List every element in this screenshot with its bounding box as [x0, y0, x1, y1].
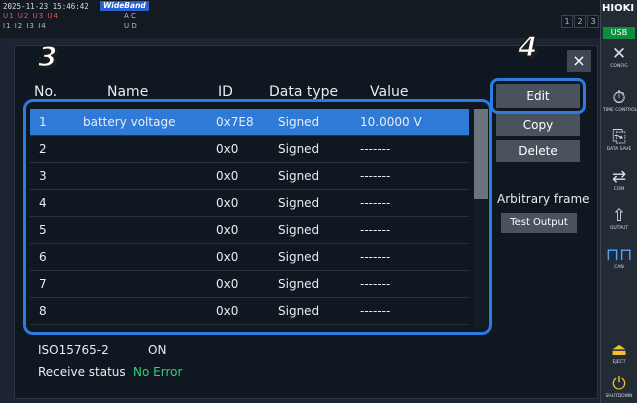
receive-status-label: Receive status	[38, 365, 126, 379]
arbitrary-frame-label: Arbitrary frame	[497, 192, 590, 206]
table-row[interactable]: 5 0x0 Signed -------	[30, 217, 469, 244]
row-data-type: Signed	[278, 142, 320, 156]
brand-logo: HIOKI	[602, 3, 635, 14]
copy-button[interactable]: Copy	[496, 114, 580, 136]
row-id: 0x0	[216, 277, 239, 291]
time-control-label: TIME CONTROL	[603, 108, 637, 113]
row-number: 5	[39, 223, 47, 237]
column-header-no: No.	[34, 84, 58, 100]
row-data-type: Signed	[278, 196, 320, 210]
output-menu[interactable]: ⇧ OUTPUT	[603, 206, 635, 232]
power-icon: ⏻	[612, 374, 626, 394]
edit-button[interactable]: Edit	[496, 84, 580, 108]
table-row[interactable]: 6 0x0 Signed -------	[30, 244, 469, 271]
eject-button[interactable]: ⏏ EJECT	[603, 340, 635, 366]
table-row[interactable]: 3 0x0 Signed -------	[30, 163, 469, 190]
row-number: 8	[39, 304, 47, 318]
close-button[interactable]: ×	[567, 50, 591, 72]
com-icon: ⇄	[611, 167, 627, 187]
stopwatch-icon: ⏱	[612, 88, 626, 108]
com-label: COM	[613, 187, 625, 192]
receive-status-value: No Error	[133, 365, 183, 379]
shutdown-label: SHUTDOWN	[605, 394, 633, 399]
row-data-type: Signed	[278, 223, 320, 237]
table-row[interactable]: 8 0x0 Signed -------	[30, 298, 469, 325]
row-id: 0x0	[216, 223, 239, 237]
eject-label: EJECT	[612, 360, 626, 365]
channel-number: 3	[587, 15, 599, 28]
table-row[interactable]: 1 battery voltage 0x7E8 Signed 10.0000 V	[30, 109, 469, 136]
row-id: 0x0	[216, 169, 239, 183]
column-header-name: Name	[107, 84, 149, 100]
row-value: -------	[360, 196, 391, 210]
row-name: battery voltage	[83, 115, 176, 129]
row-data-type: Signed	[278, 304, 320, 318]
can-label: CAN	[614, 265, 624, 270]
row-data-type: Signed	[278, 115, 320, 129]
step-marker-4: 4	[517, 29, 538, 64]
row-value: -------	[360, 277, 391, 291]
output-icon: ⇧	[611, 206, 627, 226]
output-label: OUTPUT	[609, 226, 629, 231]
row-value: -------	[360, 142, 391, 156]
table-row[interactable]: 4 0x0 Signed -------	[30, 190, 469, 217]
row-value: 10.0000 V	[360, 115, 422, 129]
row-id: 0x0	[216, 142, 239, 156]
row-number: 3	[39, 169, 47, 183]
row-value: -------	[360, 169, 391, 183]
row-number: 7	[39, 277, 47, 291]
row-number: 1	[39, 115, 47, 129]
scrollbar-thumb[interactable]	[474, 109, 488, 199]
row-id: 0x7E8	[216, 115, 254, 129]
protocol-label: ISO15765-2	[38, 343, 109, 357]
ac-indicator: A C	[124, 12, 136, 20]
row-value: -------	[360, 304, 391, 318]
row-id: 0x0	[216, 304, 239, 318]
can-icon: ⊓⊓	[605, 245, 633, 265]
row-number: 2	[39, 142, 47, 156]
protocol-state: ON	[148, 343, 167, 357]
data-save-label: DATA SAVE	[606, 147, 632, 152]
row-id: 0x0	[216, 250, 239, 264]
eject-icon: ⏏	[610, 340, 628, 360]
can-menu[interactable]: ⊓⊓ CAN	[603, 245, 635, 271]
ud-indicator: U D	[124, 22, 137, 30]
config-menu[interactable]: ✕ CONFIG	[603, 44, 635, 70]
datetime: 2025-11-23 15:46:42	[3, 2, 89, 11]
step-marker-3: 3	[37, 39, 58, 74]
row-value: -------	[360, 223, 391, 237]
column-header-value: Value	[370, 84, 409, 100]
data-save-icon: ⎘	[612, 127, 626, 147]
row-data-type: Signed	[278, 277, 320, 291]
mode-badge: WideBand	[100, 1, 149, 11]
usb-indicator: USB	[603, 27, 635, 39]
row-data-type: Signed	[278, 169, 320, 183]
signal-table: 1 battery voltage 0x7E8 Signed 10.0000 V…	[30, 109, 469, 328]
row-number: 4	[39, 196, 47, 210]
current-channel-indicators: I1 I2 I3 I4	[3, 22, 47, 30]
delete-button[interactable]: Delete	[496, 140, 580, 162]
time-control-menu[interactable]: ⏱ TIME CONTROL	[603, 88, 637, 114]
row-value: -------	[360, 250, 391, 264]
shutdown-button[interactable]: ⏻ SHUTDOWN	[603, 374, 635, 400]
tools-icon: ✕	[611, 44, 627, 64]
row-id: 0x0	[216, 196, 239, 210]
table-row[interactable]: 7 0x0 Signed -------	[30, 271, 469, 298]
voltage-channel-indicators: U1 U2 U3 U4	[3, 12, 59, 20]
row-number: 6	[39, 250, 47, 264]
data-save-menu[interactable]: ⎘ DATA SAVE	[603, 127, 635, 153]
column-header-data-type: Data type	[269, 84, 339, 100]
table-row[interactable]: 2 0x0 Signed -------	[30, 136, 469, 163]
status-bar: 2025-11-23 15:46:42 WideBand U1 U2 U3 U4…	[0, 0, 612, 38]
row-data-type: Signed	[278, 250, 320, 264]
channel-number: 2	[574, 15, 586, 28]
channel-number: 1	[561, 15, 573, 28]
test-output-button[interactable]: Test Output	[501, 213, 577, 233]
column-header-id: ID	[218, 84, 233, 100]
com-menu[interactable]: ⇄ COM	[603, 167, 635, 193]
config-label: CONFIG	[610, 64, 628, 69]
